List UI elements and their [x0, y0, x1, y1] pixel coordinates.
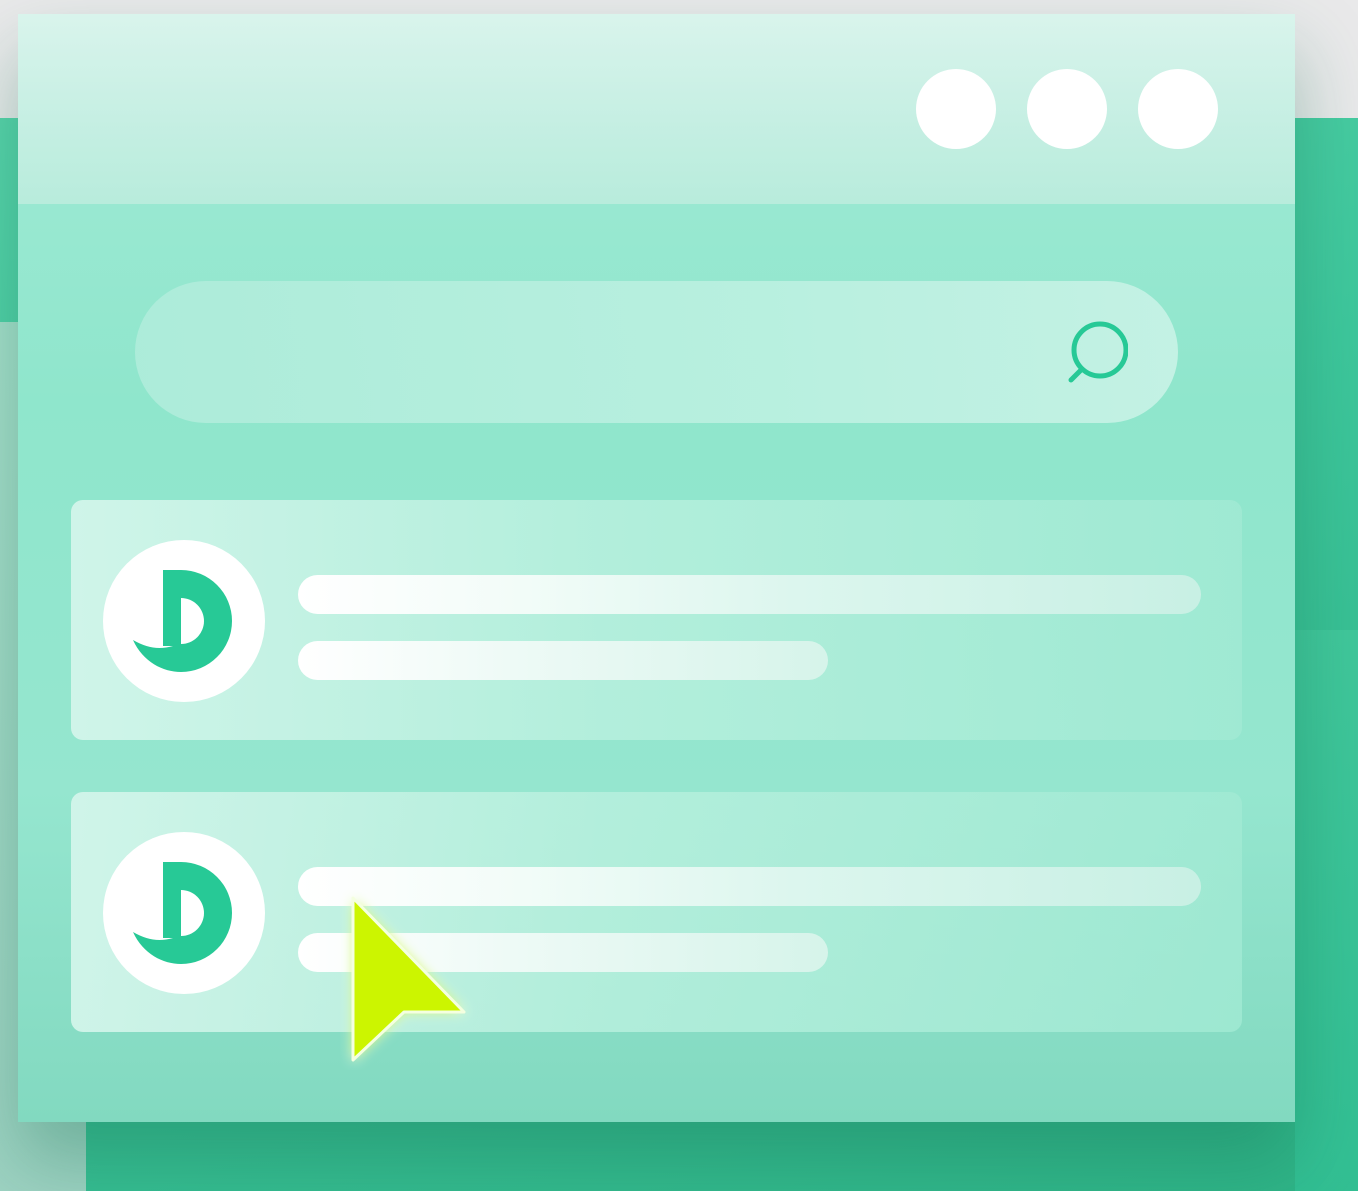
- window-control-dot[interactable]: [916, 69, 996, 149]
- brand-logo-icon: [133, 862, 232, 964]
- window-control-dot[interactable]: [1138, 69, 1218, 149]
- window-control-dot[interactable]: [1027, 69, 1107, 149]
- placeholder-title-bar: [298, 575, 1201, 614]
- avatar: [103, 540, 265, 702]
- search-bar[interactable]: [135, 281, 1178, 423]
- cursor-arrow-icon: [351, 896, 466, 1062]
- result-card[interactable]: [71, 500, 1242, 740]
- placeholder-subtitle-bar: [298, 641, 828, 680]
- search-icon[interactable]: [1048, 314, 1128, 394]
- window-titlebar: [18, 14, 1295, 204]
- brand-logo-icon: [133, 570, 232, 672]
- avatar: [103, 832, 265, 994]
- background-shade: [1295, 630, 1358, 1191]
- browser-window: [18, 14, 1295, 1122]
- result-card[interactable]: [71, 792, 1242, 1032]
